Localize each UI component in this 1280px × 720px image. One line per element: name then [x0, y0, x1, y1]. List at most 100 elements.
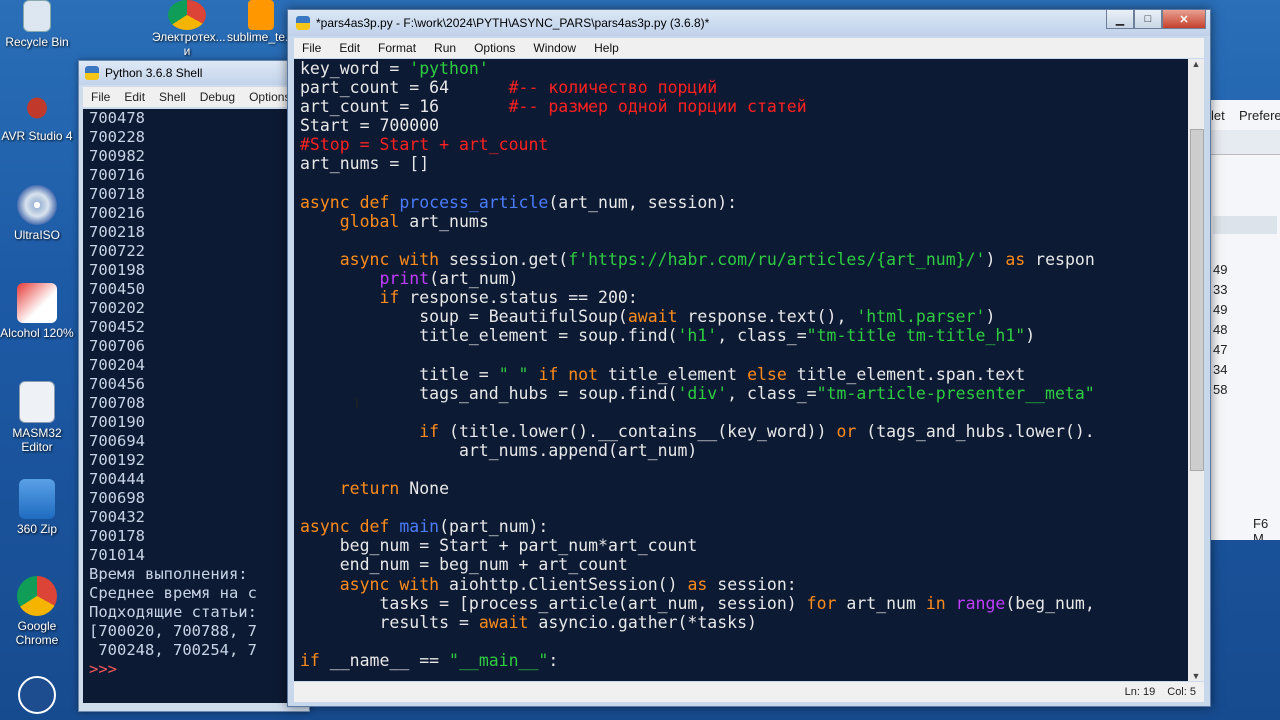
editor-menubar: File Edit Format Run Options Window Help [294, 38, 1204, 58]
desktop-icon-ultraiso[interactable]: UltraISO [0, 185, 74, 242]
menu-file[interactable]: File [302, 41, 321, 55]
menu-help[interactable]: Help [594, 41, 619, 55]
menu-window[interactable]: Window [533, 41, 576, 55]
code-line: art_nums = [] [300, 154, 430, 174]
vertical-scrollbar[interactable]: ▲ ▼ [1188, 59, 1204, 681]
editor-titlebar[interactable]: *pars4as3p.py - F:\work\2024\PYTH\ASYNC_… [288, 10, 1210, 36]
shell-output-line: 700248, 700254, 7 [89, 641, 257, 659]
shell-output-line: Среднее время на с [89, 584, 257, 602]
shell-menu-shell[interactable]: Shell [159, 90, 186, 104]
desktop-icon-label: UltraISO [13, 228, 60, 242]
bgwin-time: 58 [1213, 382, 1228, 397]
shell-menu-edit[interactable]: Edit [124, 90, 145, 104]
sublime-icon [248, 0, 274, 30]
shell-output-line: 700216 [89, 204, 145, 222]
code-line: tags_and_hubs = soup.find('div', class_=… [300, 383, 1095, 403]
code-line: results = await asyncio.gather(*tasks) [300, 612, 757, 632]
bgwin-time: 33 [1213, 282, 1228, 297]
code-line: title = " " if not title_element else ti… [300, 364, 1026, 384]
desktop-icon-label: MASM32 Editor [12, 426, 62, 454]
scroll-down-arrow-icon[interactable]: ▼ [1188, 671, 1204, 681]
code-line: #Stop = Start + art_count [300, 135, 549, 155]
code-line: part_count = 64 #-- количество порций [300, 78, 718, 98]
code-line: if response.status == 200: [379, 288, 638, 308]
desktop-icon-360zip[interactable]: 360 Zip [0, 479, 74, 536]
editor-window[interactable]: *pars4as3p.py - F:\work\2024\PYTH\ASYNC_… [287, 9, 1211, 707]
shell-output[interactable]: 700478 700228 700982 700716 700718 700216 7002… [83, 109, 309, 703]
code-line: tasks = [process_article(art_num, sessio… [300, 593, 1095, 613]
shell-menubar: File Edit Shell Debug Options [83, 87, 309, 107]
menu-run[interactable]: Run [434, 41, 456, 55]
shell-output-line: 700190 [89, 413, 145, 431]
bgwin-header [1213, 216, 1277, 234]
editor-icon [19, 381, 55, 423]
maximize-button[interactable]: □ [1134, 10, 1162, 29]
desktop-icon-recycle-bin[interactable]: Recycle Bin [0, 0, 74, 49]
bgwin-time: 47 [1213, 342, 1228, 357]
python-icon [85, 66, 99, 80]
shell-output-line: 700228 [89, 128, 145, 146]
menu-edit[interactable]: Edit [339, 41, 360, 55]
code-line: return None [339, 479, 450, 499]
desktop-icon-alcohol[interactable]: Alcohol 120% [0, 283, 74, 340]
shell-output-line: 700198 [89, 261, 145, 279]
shell-output-line: 700452 [89, 318, 145, 336]
shell-output-line: 700478 [89, 109, 145, 127]
desktop-icon-avr[interactable]: AVR Studio 4 [0, 90, 74, 143]
desktop-icon-sublime[interactable]: sublime_te... [226, 0, 296, 52]
shell-menu-file[interactable]: File [91, 90, 110, 104]
bgwin-label: Prefere [1239, 108, 1280, 123]
shell-menu-options[interactable]: Options [249, 90, 290, 104]
background-window: let Prefere 49 33 49 48 47 34 58 F6 M [1208, 100, 1280, 540]
shell-output-line: 700722 [89, 242, 145, 260]
shell-output-line: Время выполнения: [89, 565, 257, 583]
shell-output-line: Подходящие статьи: [89, 603, 257, 621]
desktop-icon-label: Recycle Bin [5, 35, 69, 49]
python-icon [296, 16, 310, 30]
shell-titlebar[interactable]: Python 3.6.8 Shell [79, 61, 309, 85]
status-line: Ln: 19 [1124, 686, 1156, 698]
desktop-icon-chrome[interactable]: Google Chrome [0, 576, 74, 647]
code-line: soup = BeautifulSoup(await response.text… [300, 307, 996, 327]
close-button[interactable]: ✕ [1162, 10, 1206, 29]
shell-output-line: 700718 [89, 185, 145, 203]
desktop-icon-masm32[interactable]: MASM32 Editor [0, 381, 74, 454]
bgwin-label: F6 M [1253, 516, 1269, 540]
scroll-up-arrow-icon[interactable]: ▲ [1188, 59, 1204, 69]
zip-icon [19, 479, 55, 519]
bgwin-time: 49 [1213, 262, 1228, 277]
desktop-icon-label: AVR Studio 4 [1, 129, 73, 143]
scrollbar-thumb[interactable] [1190, 129, 1204, 471]
shell-menu-debug[interactable]: Debug [200, 90, 235, 104]
desktop-icon-misc[interactable] [0, 676, 74, 717]
shell-output-line: 700716 [89, 166, 145, 184]
bug-icon [20, 90, 54, 126]
code-line: title_element = soup.find('h1', class_="… [300, 326, 1036, 346]
shell-output-line: 700456 [89, 375, 145, 393]
menu-format[interactable]: Format [378, 41, 416, 55]
minimize-button[interactable]: ▁ [1106, 10, 1134, 29]
code-area[interactable]: key_word = 'python' part_count = 64 #-- … [294, 59, 1188, 681]
desktop-icon-label: 360 Zip [16, 522, 58, 536]
bgwin-time: 34 [1213, 362, 1228, 377]
code-line: art_nums.append(art_num) [300, 440, 698, 460]
status-col: Col: 5 [1167, 686, 1196, 698]
shell-output-line: 700694 [89, 432, 145, 450]
shell-output-line: 700982 [89, 147, 145, 165]
chrome-icon [168, 0, 206, 30]
alcohol-icon [17, 283, 57, 323]
editor-title: *pars4as3p.py - F:\work\2024\PYTH\ASYNC_… [316, 16, 710, 30]
bgwin-time: 48 [1213, 322, 1228, 337]
menu-options[interactable]: Options [474, 41, 515, 55]
python-shell-window[interactable]: Python 3.6.8 Shell File Edit Shell Debug… [78, 60, 310, 712]
shell-output-line: [700020, 700788, 7 [89, 622, 257, 640]
code-line: beg_num = Start + part_num*art_count [300, 536, 698, 556]
code-line: end_num = beg_num + art_count [300, 555, 628, 575]
code-line: print(art_num) [379, 269, 519, 289]
desktop-icon-electro[interactable]: Электротех... и электрон... [152, 0, 226, 72]
code-line: art_count = 16 #-- размер одной порции с… [300, 97, 807, 117]
code-line: if (title.lower().__contains__(key_word)… [419, 421, 1095, 441]
code-line: async with session.get(f'https://habr.co… [339, 249, 1095, 269]
bgwin-label: let [1211, 108, 1225, 123]
code-line: async def process_article(art_num, sessi… [300, 192, 738, 212]
